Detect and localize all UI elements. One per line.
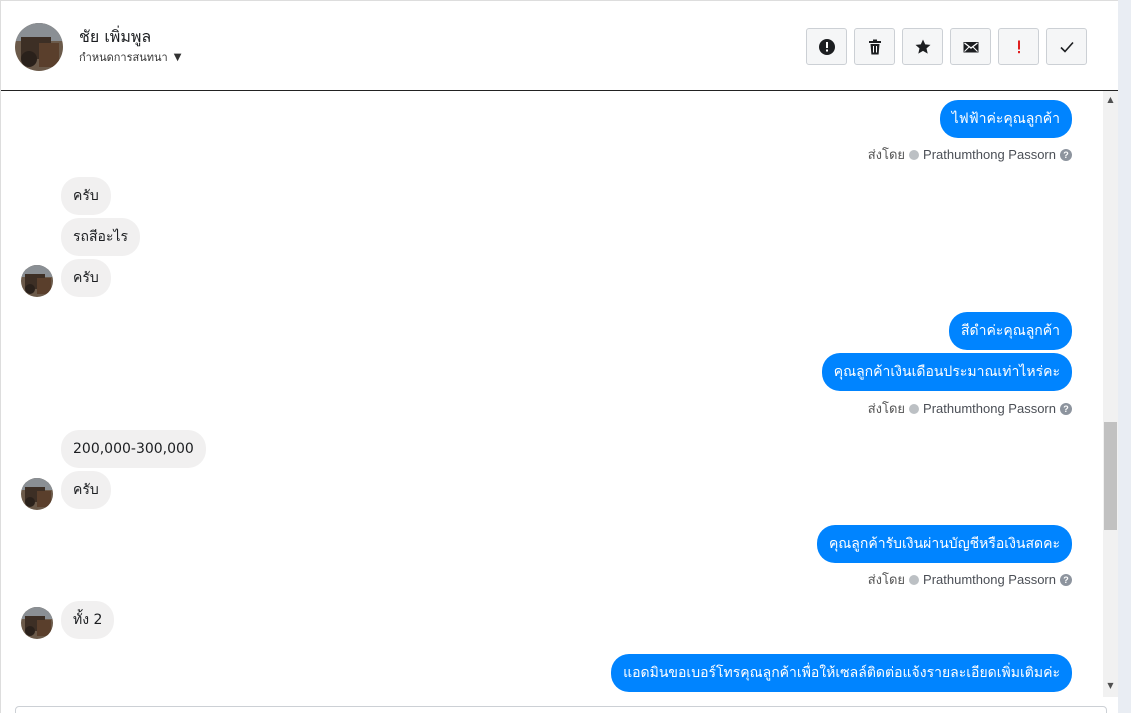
sent-by-label: ส่งโดย (867, 147, 906, 162)
message-composer[interactable] (15, 706, 1107, 713)
message-scrollbar[interactable]: ▲ ▼ (1103, 91, 1118, 697)
caret-down-icon: ▼ (173, 51, 182, 63)
message-incoming: ทั้ง 2 (61, 601, 115, 639)
header-actions (806, 28, 1087, 65)
sent-by-line: ส่งโดย Prathumthong Passorn ? (868, 398, 1072, 419)
message-bubble: สีดำค่ะคุณลูกค้า (948, 312, 1072, 350)
message-outgoing: ไฟฟ้าค่ะคุณลูกค้า (939, 100, 1072, 138)
window-edge (1118, 0, 1131, 713)
contact-avatar[interactable] (21, 607, 53, 639)
sent-by-label: ส่งโดย (867, 572, 906, 587)
sent-by-agent[interactable]: Prathumthong Passorn (923, 147, 1056, 162)
important-button[interactable] (998, 28, 1039, 65)
help-icon[interactable]: ? (1060, 148, 1072, 161)
help-icon[interactable]: ? (1060, 402, 1072, 415)
contact-avatar[interactable] (21, 478, 53, 510)
message-outgoing: แอดมินขอเบอร์โทรคุณลูกค้าเพื่อให้เซลล์ติ… (611, 654, 1072, 692)
sent-by-line: ส่งโดย Prathumthong Passorn ? (868, 569, 1072, 590)
scroll-down-arrow-icon[interactable]: ▼ (1103, 679, 1118, 693)
message-bubble: คุณลูกค้าเงินเดือนประมาณเท่าไหร่คะ (821, 353, 1072, 391)
contact-avatar[interactable] (21, 265, 53, 297)
message-bubble: ครับ (61, 259, 111, 297)
message-bubble: รถสีอะไร (61, 218, 141, 256)
sent-by-agent[interactable]: Prathumthong Passorn (923, 401, 1056, 416)
message-bubble: ครับ (61, 177, 111, 215)
delete-button[interactable] (854, 28, 895, 65)
message-outgoing: คุณลูกค้าเงินเดือนประมาณเท่าไหร่คะ (821, 353, 1072, 391)
envelope-icon (963, 41, 978, 52)
report-button[interactable] (806, 28, 847, 65)
conversation-options-label: กำหนดการสนทนา (79, 51, 168, 64)
message-bubble: ครับ (61, 471, 111, 509)
scroll-thumb[interactable] (1104, 422, 1117, 530)
message-incoming: รถสีอะไร (61, 218, 141, 256)
message-incoming: ครับ (61, 259, 111, 297)
message-incoming: ครับ (61, 177, 111, 215)
message-bubble: 200,000-300,000 (61, 430, 206, 468)
message-thread: ไฟฟ้าค่ะคุณลูกค้า ส่งโดย Prathumthong Pa… (1, 91, 1101, 706)
star-icon (915, 39, 930, 54)
mark-unread-button[interactable] (950, 28, 991, 65)
message-outgoing: สีดำค่ะคุณลูกค้า (948, 312, 1072, 350)
chat-panel: ชัย เพิ่มพูล กำหนดการสนทนา ▼ ไฟฟ้าค่ะคุณ… (0, 0, 1119, 713)
contact-name: ชัย เพิ่มพูล (79, 27, 152, 46)
conversation-options-dropdown[interactable]: กำหนดการสนทนา ▼ (79, 48, 181, 66)
sent-by-line: ส่งโดย Prathumthong Passorn ? (868, 144, 1072, 165)
message-outgoing: คุณลูกค้ารับเงินผ่านบัญชีหรือเงินสดคะ (816, 525, 1072, 563)
sent-by-label: ส่งโดย (867, 401, 906, 416)
contact-avatar[interactable] (15, 23, 63, 71)
page-badge-icon (909, 403, 920, 414)
check-icon (1059, 41, 1074, 53)
message-bubble: คุณลูกค้ารับเงินผ่านบัญชีหรือเงินสดคะ (816, 525, 1072, 563)
scroll-up-arrow-icon[interactable]: ▲ (1103, 93, 1118, 107)
sent-by-agent[interactable]: Prathumthong Passorn (923, 572, 1056, 587)
message-bubble: ทั้ง 2 (61, 601, 115, 639)
exclamation-icon (1017, 40, 1020, 53)
alert-circle-icon (818, 38, 835, 55)
star-button[interactable] (902, 28, 943, 65)
trash-icon (868, 39, 881, 54)
message-incoming: 200,000-300,000 (61, 430, 206, 468)
page-badge-icon (909, 149, 920, 160)
message-bubble: แอดมินขอเบอร์โทรคุณลูกค้าเพื่อให้เซลล์ติ… (611, 654, 1072, 692)
help-icon[interactable]: ? (1060, 573, 1072, 586)
done-button[interactable] (1046, 28, 1087, 65)
message-incoming: ครับ (61, 471, 111, 509)
page-badge-icon (909, 574, 920, 585)
conversation-header: ชัย เพิ่มพูล กำหนดการสนทนา ▼ (1, 0, 1119, 91)
message-bubble: ไฟฟ้าค่ะคุณลูกค้า (939, 100, 1072, 138)
